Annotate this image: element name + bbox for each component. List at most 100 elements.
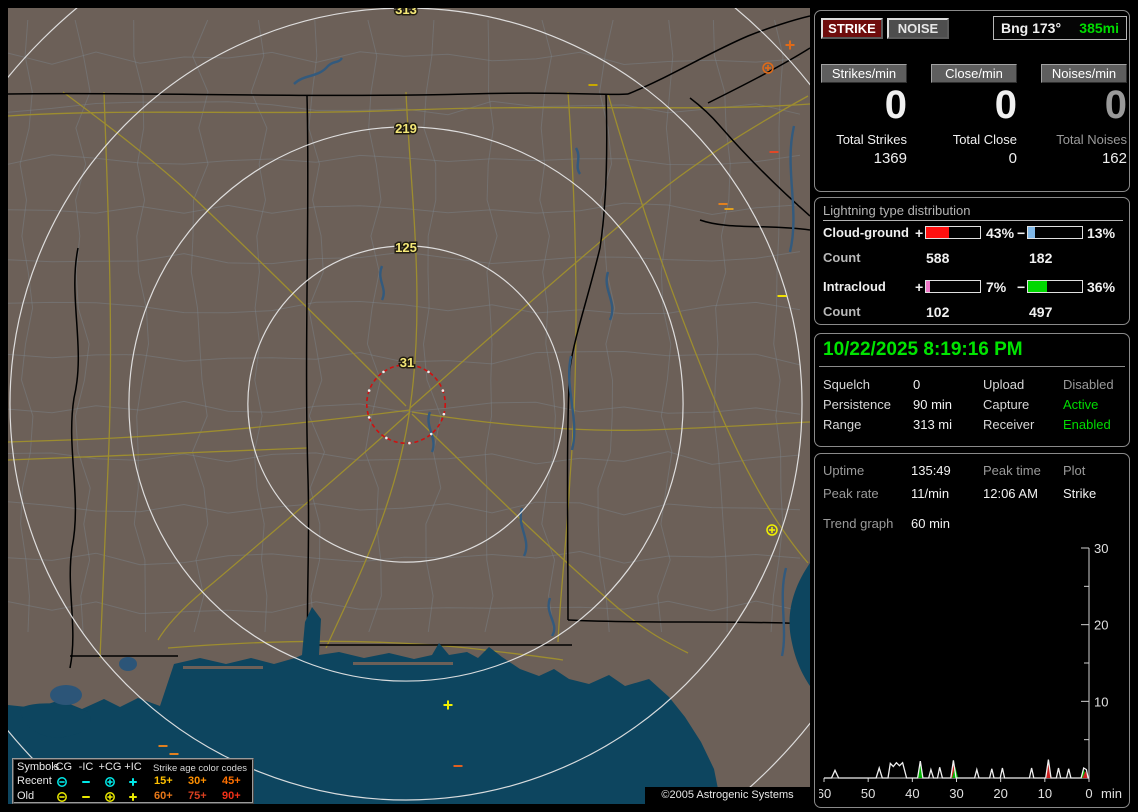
legend-age-60p: 60+ bbox=[154, 790, 173, 802]
range-value: 313 mi bbox=[913, 417, 952, 432]
alarm-ring-dot bbox=[427, 371, 430, 374]
map-legend: Symbols-CG-IC+CG+ICStrike age color code… bbox=[12, 758, 254, 804]
trend-x-tick-label: 30 bbox=[949, 786, 963, 801]
plot-label: Plot bbox=[1063, 463, 1085, 478]
trend-x-tick-label: 40 bbox=[905, 786, 919, 801]
cloud-ground-label: Cloud-ground bbox=[823, 225, 909, 240]
strikes-per-min-button[interactable]: Strikes/min bbox=[821, 64, 907, 83]
trend-x-tick-label: 0 bbox=[1085, 786, 1092, 801]
cg-plus-bar bbox=[925, 226, 981, 239]
trend-x-unit-label: min bbox=[1101, 786, 1122, 801]
bearing-distance: 385mi bbox=[1079, 20, 1119, 36]
strike-symbol-plus bbox=[129, 793, 137, 801]
strike-symbol-circle-plus bbox=[106, 778, 114, 786]
legend-symbol-circle-minus bbox=[55, 791, 69, 803]
cg-count-label: Count bbox=[823, 250, 861, 265]
close-per-min-button[interactable]: Close/min bbox=[931, 64, 1017, 83]
panel-counters: STRIKE NOISE Bng 173° 385mi Strikes/min … bbox=[814, 10, 1130, 192]
range-ring-label: 219 bbox=[395, 121, 417, 136]
alarm-ring-dot bbox=[368, 389, 371, 392]
total-noises-label: Total Noises bbox=[1041, 132, 1127, 147]
peak-rate-label: Peak rate bbox=[823, 486, 879, 501]
close-per-min-value: 0 bbox=[931, 83, 1017, 127]
cg-plus-count: 588 bbox=[926, 250, 949, 266]
map-canvas: 125 219 313 31 bbox=[8, 8, 810, 804]
peak-rate-value: 11/min bbox=[911, 486, 949, 501]
legend-symbol-minus bbox=[79, 776, 93, 788]
bearing-display: Bng 173° 385mi bbox=[993, 16, 1127, 40]
legend-symbol-circle-plus bbox=[103, 791, 117, 803]
ic-plus-bar bbox=[925, 280, 981, 293]
range-ring-label: 125 bbox=[395, 240, 417, 255]
uptime-label: Uptime bbox=[823, 463, 864, 478]
strikes-per-min-value: 0 bbox=[821, 83, 907, 127]
cg-minus-bar bbox=[1027, 226, 1083, 239]
legend-age-90p: 90+ bbox=[222, 790, 241, 802]
receiver-label: Receiver bbox=[983, 417, 1034, 432]
total-strikes-label: Total Strikes bbox=[821, 132, 907, 147]
map-display: 125 219 313 31 Symbols-CG-IC+CG+ICStrike ag… bbox=[8, 8, 810, 804]
range-ring-label: 313 bbox=[395, 8, 417, 17]
legend-header-pIC: +IC bbox=[120, 761, 146, 773]
trend-x-tick-label: 10 bbox=[1038, 786, 1052, 801]
upload-value: Disabled bbox=[1063, 377, 1114, 392]
cg-minus-count: 182 bbox=[1029, 250, 1052, 266]
trend-y-tick-label: 10 bbox=[1094, 694, 1108, 709]
app-window: { "app_title": "NexStorm lightning displ… bbox=[0, 0, 1138, 812]
strike-symbol-plus bbox=[129, 778, 137, 786]
minus-sign: − bbox=[1017, 225, 1025, 241]
noises-per-min-button[interactable]: Noises/min bbox=[1041, 64, 1127, 83]
sidebar: STRIKE NOISE Bng 173° 385mi Strikes/min … bbox=[812, 0, 1138, 812]
plus-sign: + bbox=[915, 225, 923, 241]
peak-time-label: Peak time bbox=[983, 463, 1041, 478]
alarm-ring-label: 31 bbox=[400, 355, 414, 370]
legend-symbol-plus bbox=[126, 791, 140, 803]
persistence-label: Persistence bbox=[823, 397, 891, 412]
strike-mode-button[interactable]: STRIKE bbox=[821, 18, 883, 39]
capture-label: Capture bbox=[983, 397, 1029, 412]
legend-row-label: Recent bbox=[17, 775, 52, 787]
panel-status: 10/22/2025 8:19:16 PM Squelch 0 Upload D… bbox=[814, 333, 1130, 447]
alarm-ring-dot bbox=[430, 433, 433, 436]
legend-symbol-minus bbox=[79, 791, 93, 803]
alarm-ring-dot bbox=[443, 413, 446, 416]
trend-x-tick-label: 60 bbox=[819, 786, 831, 801]
strike-symbol-circle-plus bbox=[106, 793, 114, 801]
legend-header-mIC: -IC bbox=[73, 761, 99, 773]
total-close-label: Total Close bbox=[931, 132, 1017, 147]
total-close-value: 0 bbox=[931, 150, 1017, 167]
trend-graph-label: Trend graph bbox=[823, 516, 893, 531]
panel-distribution: Lightning type distribution Cloud-ground… bbox=[814, 197, 1130, 325]
legend-row-label: Old bbox=[17, 790, 34, 802]
legend-symbol-plus bbox=[126, 776, 140, 788]
trend-x-tick-label: 50 bbox=[861, 786, 875, 801]
legend-age-45p: 45+ bbox=[222, 775, 241, 787]
trend-x-tick-label: 20 bbox=[993, 786, 1007, 801]
bearing-label: Bng 173° bbox=[1001, 20, 1061, 36]
cg-plus-fill bbox=[926, 227, 949, 238]
separator bbox=[819, 366, 1125, 367]
datetime: 10/22/2025 8:19:16 PM bbox=[823, 339, 1023, 361]
upload-label: Upload bbox=[983, 377, 1024, 392]
noises-per-min-value: 0 bbox=[1041, 83, 1127, 127]
capture-value: Active bbox=[1063, 397, 1098, 412]
trend-y-tick-label: 30 bbox=[1094, 541, 1108, 556]
cg-plus-pct: 43% bbox=[986, 225, 1014, 241]
ic-plus-fill bbox=[926, 281, 930, 292]
cg-minus-fill bbox=[1028, 227, 1035, 238]
trend-graph-value: 60 min bbox=[911, 516, 950, 531]
trend-y-tick-label: 20 bbox=[1094, 618, 1108, 633]
copyright: ©2005 Astrogenic Systems bbox=[645, 787, 810, 804]
alarm-ring-dot bbox=[385, 437, 388, 440]
plot-value: Strike bbox=[1063, 486, 1096, 501]
alarm-ring-dot bbox=[382, 371, 385, 374]
squelch-value: 0 bbox=[913, 377, 920, 392]
persistence-value: 90 min bbox=[913, 397, 952, 412]
alarm-ring-dot bbox=[408, 442, 411, 445]
legend-age-75p: 75+ bbox=[188, 790, 207, 802]
receiver-value: Enabled bbox=[1063, 417, 1111, 432]
ic-count-label: Count bbox=[823, 304, 861, 319]
squelch-label: Squelch bbox=[823, 377, 870, 392]
noise-mode-button[interactable]: NOISE bbox=[887, 18, 949, 39]
range-label: Range bbox=[823, 417, 861, 432]
